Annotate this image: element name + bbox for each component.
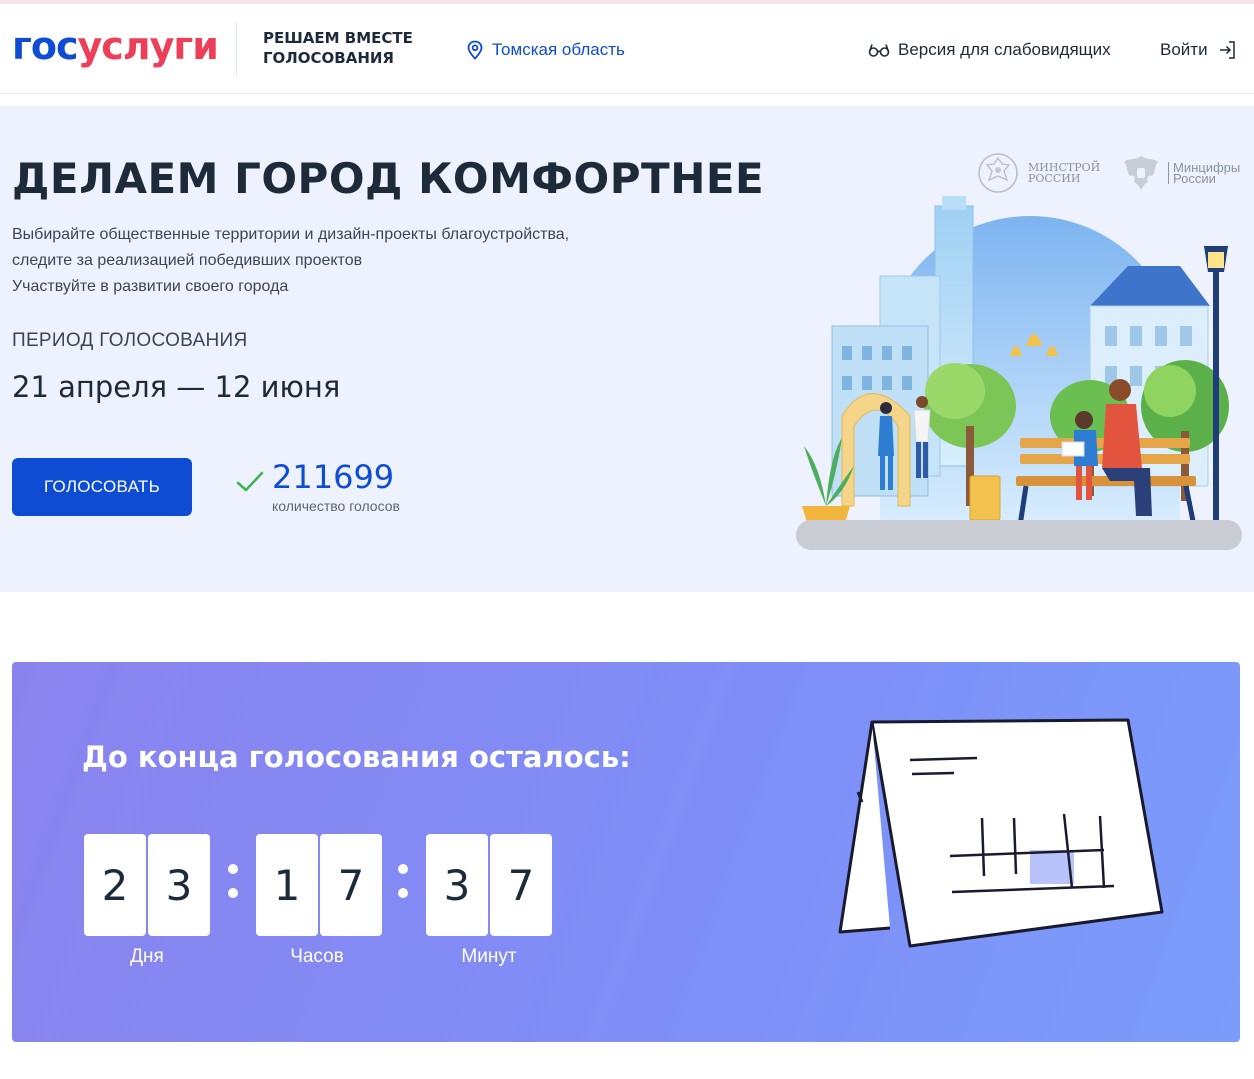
countdown-section: До конца голосования осталось: 2 3 1 7 3… (12, 662, 1240, 1042)
hero-description-line: Выбирайте общественные территории и диза… (12, 226, 570, 243)
timer-separator (398, 858, 408, 906)
accessibility-label: Версия для слабовидящих (898, 40, 1111, 59)
days-digit: 2 (84, 834, 146, 936)
hero-description-line: Участвуйте в развитии своего города (12, 278, 289, 295)
days-label: Дня (130, 946, 164, 967)
minutes-digit: 7 (490, 834, 552, 936)
votes-count: 211699 (272, 458, 395, 496)
voting-period-label: ПЕРИОД ГОЛОСОВАНИЯ (12, 330, 248, 351)
minutes-label: Минут (461, 946, 517, 967)
page: госуслуги РЕШАЕМ ВМЕСТЕ ГОЛОСОВАНИЯ Томс… (0, 0, 1254, 1079)
timer-separator (228, 858, 238, 906)
site-tagline: РЕШАЕМ ВМЕСТЕ ГОЛОСОВАНИЯ (263, 29, 413, 67)
header-divider (236, 22, 237, 76)
voting-period-dates: 21 апреля — 12 июня (12, 370, 341, 404)
login-arrow-icon (1219, 41, 1235, 59)
region-label: Томская область (492, 40, 625, 59)
hero-description: Выбирайте общественные территории и диза… (12, 222, 672, 300)
calendar-illustration (838, 718, 1164, 948)
votes-count-label: количество голосов (272, 498, 400, 514)
vote-button[interactable]: ГОЛОСОВАТЬ (12, 458, 192, 516)
region-selector[interactable]: Томская область (466, 40, 625, 60)
location-pin-icon (467, 40, 483, 60)
logo-part-gos: гос (12, 24, 78, 68)
site-header: госуслуги РЕШАЕМ ВМЕСТЕ ГОЛОСОВАНИЯ Томс… (0, 4, 1254, 94)
gosuslugi-logo[interactable]: госуслуги (12, 24, 219, 68)
glasses-icon (868, 44, 890, 57)
days-digit: 3 (148, 834, 210, 936)
hero-title: ДЕЛАЕМ ГОРОД КОМФОРТНЕЕ (12, 154, 765, 203)
logo-part-uslugi: услуги (77, 24, 219, 68)
hero-description-line: следите за реализацией победивших проект… (12, 252, 363, 269)
hours-label: Часов (290, 946, 344, 967)
minutes-digit: 3 (426, 834, 488, 936)
login-link[interactable]: Войти (1160, 40, 1236, 60)
checkmark-icon (236, 471, 264, 492)
hero-section: ДЕЛАЕМ ГОРОД КОМФОРТНЕЕ Выбирайте общест… (0, 106, 1254, 592)
login-label: Войти (1160, 40, 1208, 59)
city-park-illustration (796, 196, 1242, 550)
countdown-title: До конца голосования осталось: (82, 740, 631, 774)
hours-digit: 1 (256, 834, 318, 936)
accessibility-version-link[interactable]: Версия для слабовидящих (868, 40, 1111, 60)
hours-digit: 7 (320, 834, 382, 936)
